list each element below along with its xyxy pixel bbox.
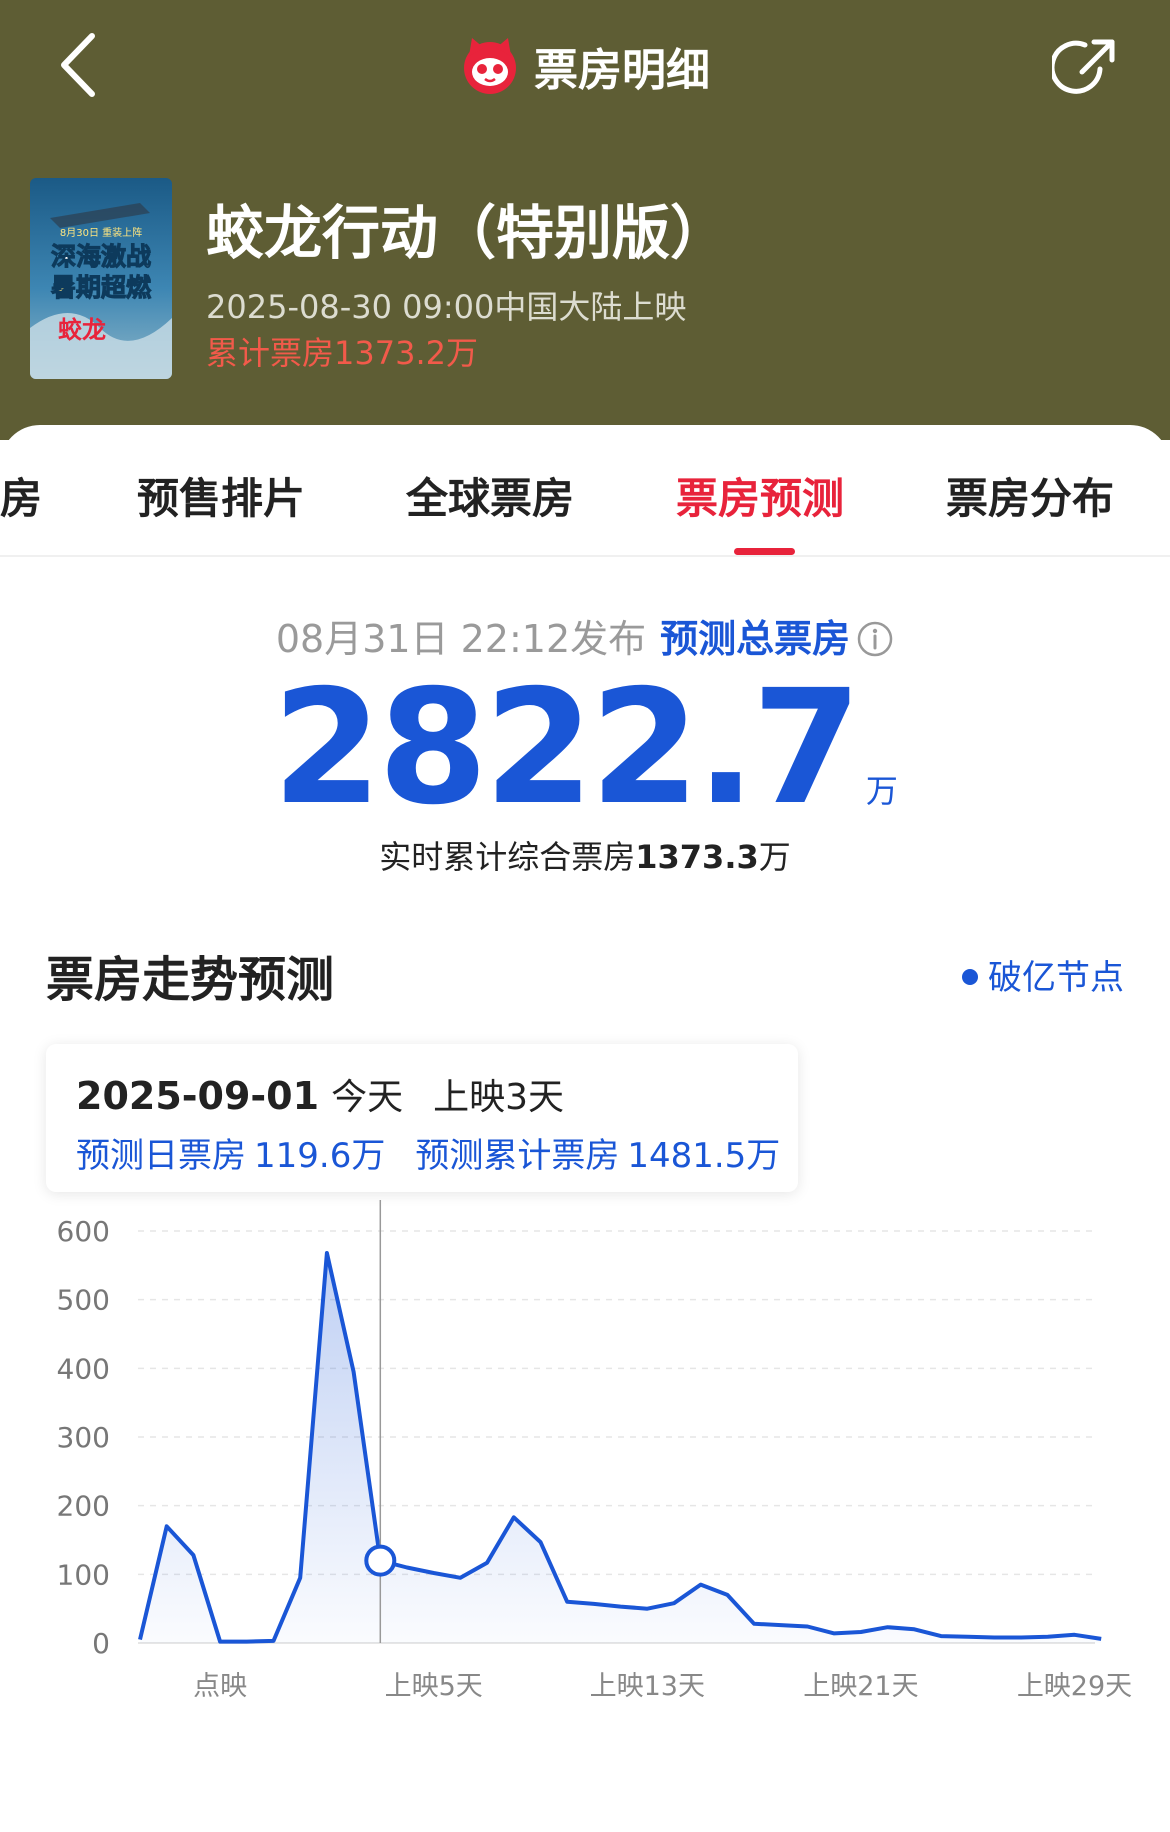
y-tick-label: 100 <box>57 1558 110 1591</box>
highlight-point <box>364 1544 397 1577</box>
y-tick-label: 500 <box>57 1284 110 1317</box>
tooltip-header: 2025-09-01 今天 上映3天 <box>76 1068 564 1120</box>
trend-title: 票房走势预测 <box>46 952 335 1008</box>
x-tick-label: 上映21天 <box>803 1671 918 1702</box>
tooltip-today: 今天 <box>331 1077 404 1118</box>
realtime-value: 1373.3 <box>635 838 759 876</box>
y-tick-label: 300 <box>57 1421 110 1454</box>
page-title: 票房明细 <box>534 45 710 96</box>
trend-chart[interactable]: 600 500 400 300 200 100 0 点映 上映5天 上映13天 上映21天 上映29… <box>0 1200 1170 1720</box>
y-tick-label: 400 <box>57 1352 110 1385</box>
movie-poster[interactable]: 8月30日 重装上阵 深海激战 暑期超燃 蛟龙 <box>30 178 172 379</box>
y-tick-label: 0 <box>92 1627 110 1660</box>
chart-series <box>138 1200 1102 1644</box>
x-tick-label: 上映29天 <box>1017 1671 1132 1702</box>
forecast-total-label: 预测总票房 <box>660 617 851 661</box>
svg-text:深海激战: 深海激战 <box>51 242 151 271</box>
tab-presale[interactable]: 预售排片 <box>137 465 305 526</box>
series-line <box>138 1251 1102 1644</box>
tooltip-cum-value: 1481.5万 <box>627 1136 781 1176</box>
forecast-total-value: 2822.7 <box>272 656 862 840</box>
chart-x-axis: 点映 上映5天 上映13天 上映21天 上映29天 <box>193 1671 1132 1702</box>
header-bar: 票房明细 8月30日 重装上阵 深海激战 暑期超燃 蛟龙 蛟龙行动（特别版） 2… <box>0 0 1170 440</box>
svg-text:蛟龙: 蛟龙 <box>58 316 106 344</box>
tooltip-cum-label: 预测累计票房 <box>415 1136 620 1176</box>
x-tick-label: 点映 <box>193 1671 247 1702</box>
realtime-label: 实时累计综合票房 <box>379 838 636 876</box>
tab-active-indicator <box>734 548 795 555</box>
maoyan-cat-logo-icon <box>464 38 516 94</box>
x-tick-label: 上映13天 <box>590 1671 705 1702</box>
tooltip-day: 上映3天 <box>433 1077 564 1118</box>
tab-distribution[interactable]: 票房分布 <box>946 465 1114 526</box>
share-icon[interactable] <box>1052 36 1118 102</box>
y-tick-label: 600 <box>57 1215 110 1248</box>
tab-global[interactable]: 全球票房 <box>406 465 574 526</box>
tooltip-daily-label: 预测日票房 <box>76 1136 246 1176</box>
series-area <box>140 1253 1102 1643</box>
forecast-publish-row: 08月31日 22:12发布 预测总票房 <box>0 608 1170 661</box>
legend-label: 破亿节点 <box>988 958 1124 998</box>
tab-divider <box>0 555 1170 557</box>
chart-y-axis: 600 500 400 300 200 100 0 <box>57 1215 110 1660</box>
tab-bar: 房 预售排片 全球票房 票房预测 票房分布 <box>0 425 1170 555</box>
chart-grid <box>138 1230 1095 1644</box>
forecast-total: 2822.7 万 <box>0 668 1170 828</box>
realtime-cumulative: 实时累计综合票房1373.3万 <box>0 832 1170 878</box>
publish-time: 08月31日 22:12发布 <box>275 617 647 661</box>
legend-breakthrough[interactable]: 破亿节点 <box>962 950 1124 999</box>
movie-name: 蛟龙行动（特别版） <box>206 199 729 267</box>
forecast-total-unit: 万 <box>865 772 898 810</box>
chart-tooltip: 2025-09-01 今天 上映3天 预测日票房 119.6万 预测累计票房 1481.5… <box>46 1044 798 1192</box>
tab-forecast[interactable]: 票房预测 <box>676 465 844 526</box>
tooltip-daily-value: 119.6万 <box>254 1136 386 1176</box>
info-icon[interactable] <box>856 620 894 658</box>
svg-text:8月30日 重装上阵: 8月30日 重装上阵 <box>60 226 142 239</box>
header-title-group: 票房明细 <box>0 36 1170 96</box>
legend-dot-icon <box>962 969 978 985</box>
tooltip-date: 2025-09-01 <box>76 1074 320 1118</box>
release-date: 2025-08-30 09:00中国大陆上映 <box>206 288 687 326</box>
cumulative-box-office: 累计票房1373.2万 <box>206 334 478 372</box>
tooltip-values: 预测日票房 119.6万 预测累计票房 1481.5万 <box>76 1128 780 1177</box>
tab-box-office-partial[interactable]: 房 <box>0 465 42 526</box>
svg-text:暑期超燃: 暑期超燃 <box>51 273 152 302</box>
y-tick-label: 200 <box>57 1490 110 1523</box>
x-tick-label: 上映5天 <box>385 1671 483 1702</box>
realtime-unit: 万 <box>758 838 791 876</box>
